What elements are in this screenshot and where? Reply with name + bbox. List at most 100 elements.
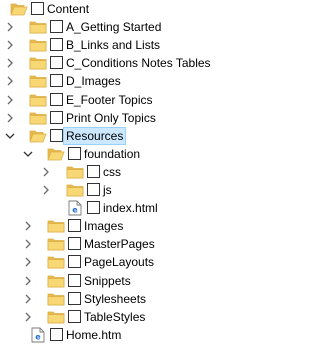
item-checkbox[interactable] — [68, 237, 81, 251]
tree-item-label-box[interactable]: css — [100, 163, 124, 181]
tree-item-d-images[interactable]: D_Images — [0, 72, 276, 90]
tree-item-label-box[interactable]: Images — [81, 217, 126, 235]
tree-item-index-html[interactable]: e index.html — [0, 199, 276, 217]
tree-item-masterpages[interactable]: MasterPages — [0, 235, 276, 253]
item-checkbox[interactable] — [50, 74, 63, 88]
tree-item-snippets[interactable]: Snippets — [0, 272, 276, 290]
tree-item-label-box[interactable]: js — [100, 181, 115, 199]
item-checkbox[interactable] — [87, 183, 100, 196]
tree-item-label: D_Images — [66, 74, 121, 89]
chevron-right-icon[interactable] — [4, 94, 16, 106]
item-checkbox[interactable] — [50, 327, 63, 341]
tree-item-label: Content — [47, 2, 90, 16]
tree-item-label-box[interactable]: foundation — [81, 145, 143, 163]
tree-item-b-links-and-lists[interactable]: B_Links and Lists — [0, 36, 276, 54]
item-checkbox[interactable] — [50, 56, 63, 70]
item-checkbox[interactable] — [87, 164, 100, 178]
folder-icon — [47, 236, 65, 252]
tree-item-stylesheets[interactable]: Stylesheets — [0, 290, 276, 308]
item-checkbox[interactable] — [68, 309, 81, 323]
item-checkbox[interactable] — [50, 128, 63, 142]
tree-item-js[interactable]: js — [0, 181, 276, 199]
tree-item-print-only-topics[interactable]: Print Only Topics — [0, 109, 276, 127]
chevron-right-icon[interactable] — [4, 112, 16, 124]
tree-item-label-box[interactable]: D_Images — [63, 72, 124, 90]
tree-item-label: B_Links and Lists — [66, 38, 161, 53]
tree-item-label: foundation — [84, 146, 141, 161]
tree-item-label-box[interactable]: TableStyles — [81, 308, 148, 326]
chevron-right-icon[interactable] — [22, 238, 34, 250]
folder-icon — [29, 37, 47, 53]
folder-icon — [29, 73, 47, 89]
tree-item-label: Stylesheets — [84, 291, 147, 306]
file-tree: Content A_Getting Started B_Links and List… — [0, 0, 276, 344]
folder-icon — [47, 291, 65, 307]
chevron-right-icon[interactable] — [22, 293, 34, 305]
tree-item-label-box[interactable]: B_Links and Lists — [63, 36, 163, 54]
tree-item-css[interactable]: css — [0, 163, 276, 181]
item-checkbox[interactable] — [50, 38, 63, 52]
item-checkbox[interactable] — [68, 291, 81, 305]
tree-item-label-box[interactable]: E_Footer Topics — [63, 91, 156, 109]
tree-item-a-getting-started[interactable]: A_Getting Started — [0, 18, 276, 36]
tree-item-label: Images — [84, 219, 124, 234]
tree-item-label-box[interactable]: MasterPages — [81, 235, 158, 253]
tree-item-tablestyles[interactable]: TableStyles — [0, 308, 276, 326]
folder-icon — [29, 55, 47, 71]
tree-item-label-box[interactable]: A_Getting Started — [63, 18, 164, 36]
tree-item-pagelayouts[interactable]: PageLayouts — [0, 253, 276, 271]
svg-text:e: e — [72, 206, 78, 215]
chevron-right-icon[interactable] — [4, 75, 16, 87]
tree-item-label: TableStyles — [84, 309, 146, 324]
item-checkbox[interactable] — [68, 273, 81, 287]
tree-item-label-box[interactable]: Home.htm — [63, 326, 124, 344]
tree-item-foundation[interactable]: foundation — [0, 145, 276, 163]
chevron-right-icon[interactable] — [22, 311, 34, 323]
folder-icon — [47, 218, 65, 234]
svg-text:e: e — [35, 332, 41, 341]
html-file-icon: e — [29, 327, 47, 343]
tree-item-label: C_Conditions Notes Tables — [66, 56, 211, 71]
item-checkbox[interactable] — [68, 146, 81, 160]
item-checkbox[interactable] — [50, 92, 63, 106]
tree-item-label-box[interactable]: C_Conditions Notes Tables — [63, 54, 214, 72]
folder-open-icon — [29, 128, 47, 144]
chevron-down-icon[interactable] — [22, 148, 34, 160]
item-checkbox[interactable] — [50, 20, 63, 34]
html-file-icon: e — [66, 200, 84, 216]
tree-item-c-conditions-notes-tables[interactable]: C_Conditions Notes Tables — [0, 54, 276, 72]
chevron-down-icon[interactable] — [4, 130, 16, 142]
chevron-right-icon[interactable] — [40, 166, 52, 178]
chevron-right-icon[interactable] — [22, 256, 34, 268]
tree-item-label-box[interactable]: Stylesheets — [81, 290, 149, 308]
chevron-right-icon[interactable] — [22, 275, 34, 287]
folder-icon — [29, 110, 47, 126]
item-checkbox[interactable] — [68, 219, 81, 233]
tree-item-label-box[interactable]: Content — [44, 0, 92, 18]
tree-item-label: css — [103, 164, 121, 179]
item-checkbox[interactable] — [68, 255, 81, 269]
item-checkbox[interactable] — [87, 201, 100, 215]
tree-item-resources[interactable]: Resources — [0, 126, 276, 145]
item-checkbox[interactable] — [31, 2, 44, 15]
tree-item-e-footer-topics[interactable]: E_Footer Topics — [0, 91, 276, 109]
tree-item-label-box[interactable]: Print Only Topics — [63, 109, 159, 127]
tree-item-images[interactable]: Images — [0, 217, 276, 235]
chevron-right-icon[interactable] — [40, 184, 52, 196]
tree-item-label: E_Footer Topics — [66, 92, 153, 107]
chevron-right-icon[interactable] — [4, 21, 16, 33]
folder-open-icon — [47, 146, 65, 162]
tree-item-label-box[interactable]: PageLayouts — [81, 253, 157, 271]
tree-item-label-box[interactable]: Resources — [63, 126, 127, 145]
tree-item-label: PageLayouts — [84, 255, 155, 270]
tree-item-label-box[interactable]: Snippets — [81, 272, 134, 290]
tree-item-label: Resources — [66, 128, 124, 143]
chevron-right-icon[interactable] — [4, 57, 16, 69]
tree-item-home-htm[interactable]: e Home.htm — [0, 326, 276, 344]
tree-item-label-box[interactable]: index.html — [100, 199, 161, 217]
folder-icon — [47, 254, 65, 270]
chevron-right-icon[interactable] — [22, 220, 34, 232]
chevron-right-icon[interactable] — [4, 39, 16, 51]
tree-item-content[interactable]: Content — [0, 0, 276, 18]
item-checkbox[interactable] — [50, 110, 63, 124]
